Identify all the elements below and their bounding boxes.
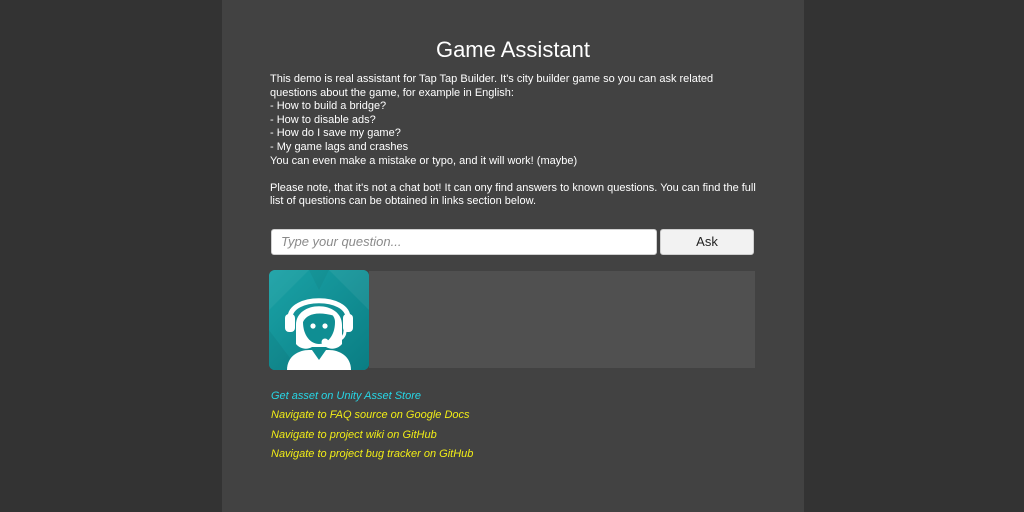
description-line: - How to build a bridge? (270, 100, 387, 113)
page-title: Game Assistant (435, 37, 591, 62)
link-unity-asset-store[interactable]: Get asset on Unity Asset Store (271, 387, 473, 406)
link-faq-google-docs[interactable]: Navigate to FAQ source on Google Docs (271, 406, 473, 425)
description-line: You can even make a mistake or typo, and… (270, 154, 578, 167)
description-line: - My game lags and crashes (270, 140, 409, 153)
link-project-wiki[interactable]: Navigate to project wiki on GitHub (271, 426, 473, 445)
ask-button[interactable]: Ask (660, 229, 754, 255)
description-note: Please note, that it's not a chat bot! I… (270, 181, 756, 208)
answer-box (369, 271, 755, 368)
description-line: - How to disable ads? (270, 113, 376, 126)
description-line: - How do I save my game? (270, 127, 401, 140)
link-bug-tracker[interactable]: Navigate to project bug tracker on GitHu… (271, 445, 473, 464)
description-line: This demo is real assistant for Tap Tap … (270, 73, 714, 85)
support-agent-headset-icon (269, 270, 369, 370)
main-panel: Game Assistant This demo is real assista… (222, 0, 804, 512)
question-input[interactable]: Type your question... (271, 229, 657, 255)
description: This demo is real assistant for Tap Tap … (270, 73, 760, 209)
description-line: questions about the game, for example in… (270, 86, 514, 99)
links-section: Get asset on Unity Asset Store Navigate … (271, 387, 473, 465)
